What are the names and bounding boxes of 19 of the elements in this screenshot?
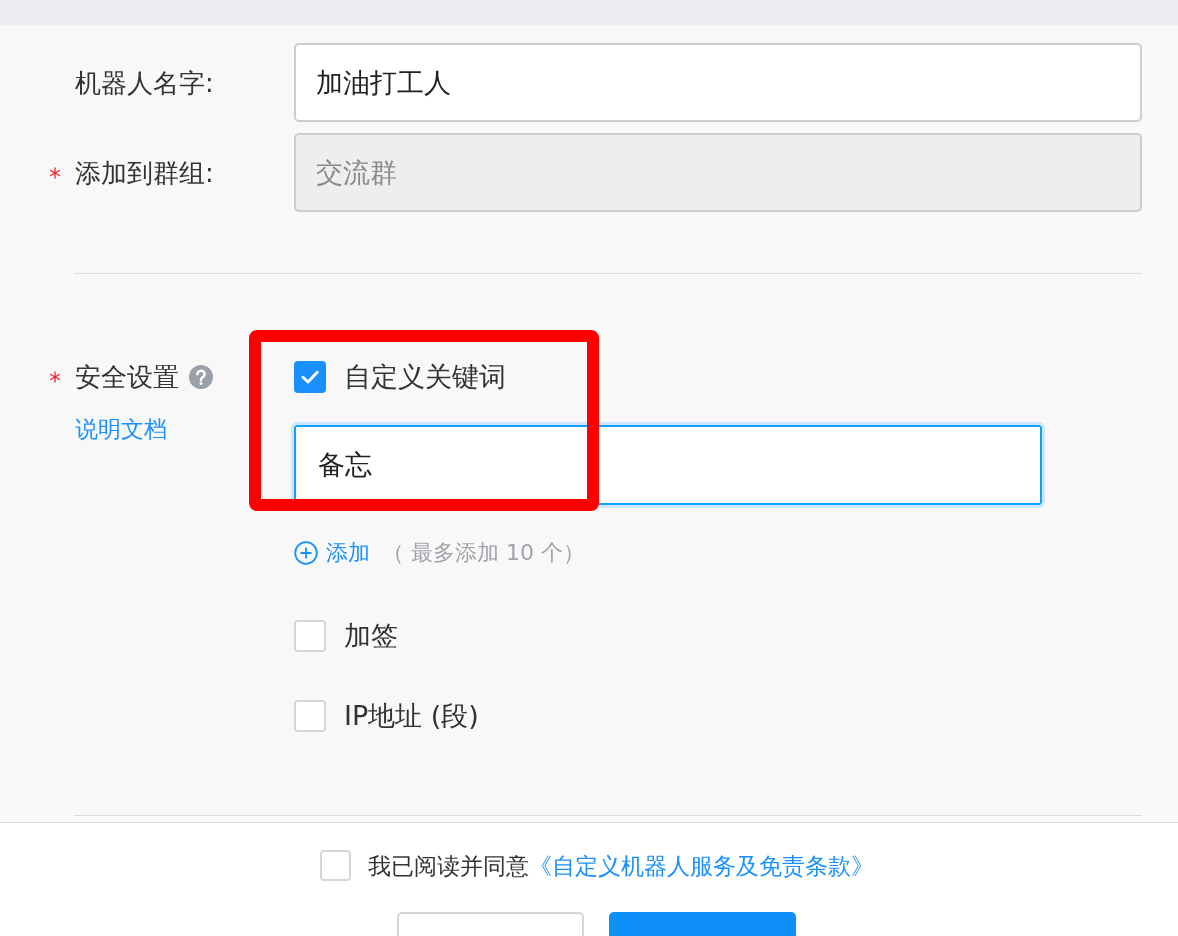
section-label: 安全设置 [75,361,179,394]
terms-link[interactable]: 《自定义机器人服务及免责条款》 [528,852,874,879]
option-label: 加签 [344,620,398,652]
add-icon [294,541,318,565]
help-icon[interactable] [189,365,213,389]
secondary-button[interactable] [397,912,584,936]
agreement-text: 我已阅读并同意《自定义机器人服务及免责条款》 [367,851,874,881]
add-link[interactable]: 添加 [294,541,370,565]
text-field[interactable]: 加油打工人 [294,43,1142,122]
docs-link[interactable]: 说明文档 [75,416,167,442]
limit-hint: （ 最多添加 10 个） [382,541,585,565]
checkbox[interactable] [294,361,326,393]
checkmark-icon [301,370,319,384]
option-label: IP地址 (段) [344,700,479,732]
keyword-field[interactable]: 备忘 [291,422,1045,508]
option-label: 自定义关键词 [344,361,506,393]
primary-button[interactable] [609,912,796,936]
field-label: 机器人名字: [75,66,214,100]
field-label: 添加到群组: [75,156,214,190]
